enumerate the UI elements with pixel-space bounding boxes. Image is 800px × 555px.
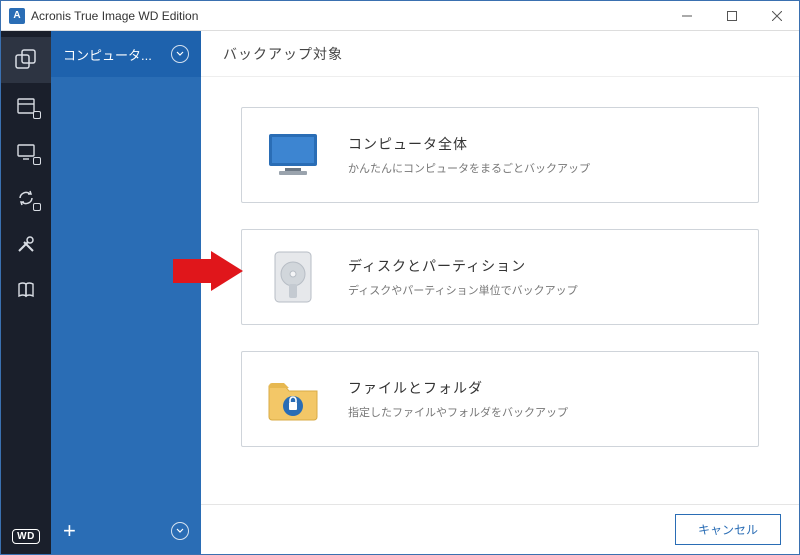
backup-icon [15, 49, 37, 71]
wd-logo: WD [12, 529, 40, 544]
options-area: コンピュータ全体 かんたんにコンピュータをまるごとバックアップ [201, 77, 799, 504]
maximize-icon [727, 11, 737, 21]
lock-badge-icon [33, 157, 41, 165]
lock-badge-icon [33, 203, 41, 211]
option-desc: ディスクやパーティション単位でバックアップ [348, 282, 578, 298]
disk-icon [264, 248, 322, 306]
option-files-folders[interactable]: ファイルとフォルダ 指定したファイルやフォルダをバックアップ [241, 351, 759, 447]
page-title: バックアップ対象 [201, 31, 799, 77]
minimize-icon [682, 11, 692, 21]
app-body: WD コンピュータ... + バックアップ対象 [1, 31, 799, 554]
app-icon: A [9, 8, 25, 24]
sidebar-item-backup[interactable] [1, 37, 51, 83]
book-icon [16, 280, 36, 300]
sidebar-item-help[interactable] [1, 267, 51, 313]
option-title: ディスクとパーティション [348, 256, 578, 276]
close-icon [772, 11, 782, 21]
backup-list-panel: コンピュータ... + [51, 31, 201, 554]
tools-icon [16, 234, 36, 254]
window-controls [664, 1, 799, 30]
main-panel: バックアップ対象 コンピュータ全体 かんたんにコンピュータをまるごとバックアッ [201, 31, 799, 554]
minimize-button[interactable] [664, 1, 709, 30]
titlebar: A Acronis True Image WD Edition [1, 1, 799, 31]
chevron-down-icon[interactable] [171, 522, 189, 540]
window-title: Acronis True Image WD Edition [31, 9, 664, 23]
folder-lock-icon [264, 370, 322, 428]
cancel-button[interactable]: キャンセル [675, 514, 781, 545]
sidebar-item-archive[interactable] [1, 83, 51, 129]
add-backup-button[interactable]: + [63, 518, 76, 544]
option-disks-partitions[interactable]: ディスクとパーティション ディスクやパーティション単位でバックアップ [241, 229, 759, 325]
option-desc: かんたんにコンピュータをまるごとバックアップ [348, 160, 590, 176]
option-title: ファイルとフォルダ [348, 378, 568, 398]
chevron-down-icon [171, 45, 189, 63]
backup-list-selected[interactable]: コンピュータ... [51, 31, 201, 77]
lock-badge-icon [33, 111, 41, 119]
sidebar-item-tools[interactable] [1, 221, 51, 267]
maximize-button[interactable] [709, 1, 754, 30]
option-title: コンピュータ全体 [348, 134, 590, 154]
sidebar-item-refresh[interactable] [1, 175, 51, 221]
close-button[interactable] [754, 1, 799, 30]
option-desc: 指定したファイルやフォルダをバックアップ [348, 404, 568, 420]
footer: キャンセル [201, 504, 799, 554]
backup-list-label: コンピュータ... [63, 45, 152, 64]
app-window: A Acronis True Image WD Edition [0, 0, 800, 555]
sidebar: WD [1, 31, 51, 554]
option-entire-pc[interactable]: コンピュータ全体 かんたんにコンピュータをまるごとバックアップ [241, 107, 759, 203]
sidebar-item-sync[interactable] [1, 129, 51, 175]
backup-list-footer: + [51, 508, 201, 554]
monitor-icon [264, 126, 322, 184]
